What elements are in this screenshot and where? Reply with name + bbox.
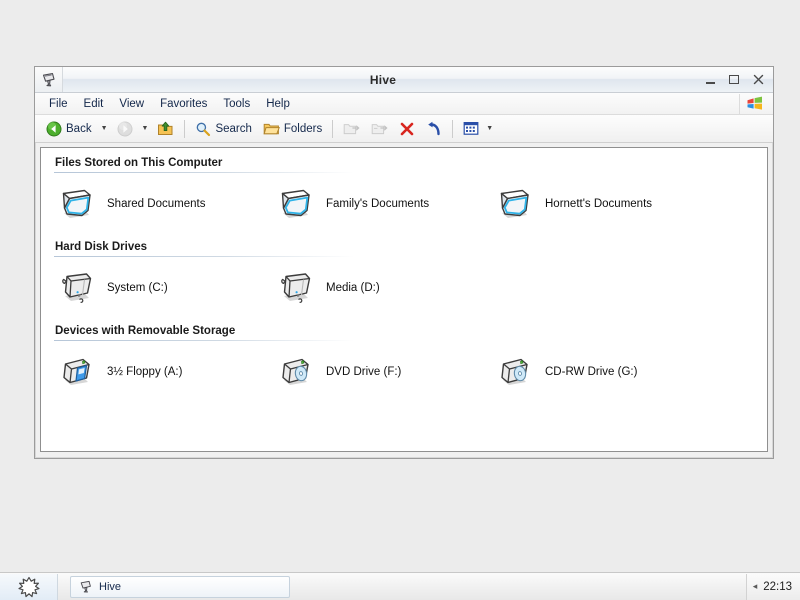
- minimize-button[interactable]: [699, 71, 721, 89]
- window-icon-button[interactable]: [35, 67, 63, 92]
- tray-expand-arrow-icon[interactable]: ◂: [753, 581, 758, 592]
- minimize-icon: [705, 81, 715, 84]
- user-documents-folder-icon: [493, 182, 537, 226]
- list-item-label: CD-RW Drive (G:): [545, 366, 638, 378]
- toolbar: Back ▼ ▼ Search Folders ▼: [35, 115, 773, 143]
- close-icon: [753, 74, 763, 85]
- start-starburst-icon: [17, 576, 40, 597]
- list-item[interactable]: Media (D:): [274, 266, 493, 310]
- folders-button-label: Folders: [283, 122, 323, 135]
- group-items: Shared Documents Family's Documents Horn…: [41, 173, 767, 232]
- start-button[interactable]: [0, 573, 58, 600]
- menu-item-tools[interactable]: Tools: [215, 96, 258, 112]
- back-arrow-icon: [46, 121, 62, 136]
- delete-button[interactable]: [394, 118, 420, 140]
- taskbar-item-hive[interactable]: Hive: [70, 575, 290, 598]
- windows-flag-icon[interactable]: [739, 94, 769, 114]
- list-item-label: Hornett's Documents: [545, 198, 653, 210]
- list-item[interactable]: 3½ Floppy (A:): [55, 350, 274, 394]
- move-to-folder-icon: [343, 123, 360, 134]
- forward-arrow-icon: [117, 121, 133, 136]
- list-item[interactable]: CD-RW Drive (G:): [493, 350, 712, 394]
- copy-to-button[interactable]: [366, 118, 393, 140]
- search-button-label: Search: [215, 122, 252, 135]
- list-item-label: System (C:): [107, 282, 168, 294]
- forward-button[interactable]: [112, 118, 138, 140]
- group-files-stored: Files Stored on This Computer Shared Doc…: [41, 148, 767, 232]
- magnifier-icon: [197, 122, 211, 136]
- computer-icon: [80, 580, 91, 593]
- group-removable-storage: Devices with Removable Storage 3½ Floppy…: [41, 316, 767, 400]
- list-item[interactable]: Shared Documents: [55, 182, 274, 226]
- views-dropdown-caret[interactable]: ▼: [483, 125, 496, 132]
- undo-button[interactable]: [421, 118, 447, 140]
- hard-drive-icon: [274, 266, 318, 310]
- folder-icon: [263, 123, 280, 134]
- menu-item-view[interactable]: View: [111, 96, 152, 112]
- views-icon: [463, 122, 479, 135]
- menu-item-help[interactable]: Help: [258, 96, 298, 112]
- hard-drive-icon: [55, 266, 99, 310]
- views-button[interactable]: ▼: [458, 118, 501, 140]
- taskbar-item-label: Hive: [99, 580, 122, 593]
- group-header: Hard Disk Drives: [55, 241, 148, 253]
- toolbar-separator-2: [332, 119, 334, 138]
- list-item-label: 3½ Floppy (A:): [107, 366, 183, 378]
- search-button[interactable]: Search: [190, 118, 256, 140]
- optical-drive-icon: [274, 350, 318, 394]
- windows-flag-glyph: [747, 96, 762, 110]
- close-button[interactable]: [747, 71, 769, 89]
- group-header: Files Stored on This Computer: [55, 157, 223, 169]
- group-hard-disk-drives: Hard Disk Drives System (C:) Media (D:): [41, 232, 767, 316]
- menu-item-edit[interactable]: Edit: [76, 96, 112, 112]
- toolbar-separator: [184, 119, 186, 138]
- delete-x-icon: [400, 122, 414, 135]
- list-item-label: Shared Documents: [107, 198, 206, 210]
- undo-arrow-icon: [428, 121, 440, 135]
- task-button-list: Hive: [58, 575, 290, 598]
- back-button-label: Back: [66, 122, 92, 135]
- window-controls: [699, 67, 769, 92]
- folders-button[interactable]: Folders: [258, 118, 327, 140]
- list-item[interactable]: Hornett's Documents: [493, 182, 712, 226]
- system-tray: ◂ 22:13: [745, 573, 800, 600]
- group-items: System (C:) Media (D:): [41, 257, 767, 316]
- clock[interactable]: 22:13: [763, 581, 792, 593]
- user-documents-folder-icon: [274, 182, 318, 226]
- menu-item-favorites[interactable]: Favorites: [152, 96, 215, 112]
- maximize-button[interactable]: [723, 71, 745, 89]
- optical-drive-icon: [493, 350, 537, 394]
- move-to-button[interactable]: [338, 118, 365, 140]
- back-dropdown-caret[interactable]: ▼: [98, 125, 111, 132]
- list-item[interactable]: DVD Drive (F:): [274, 350, 493, 394]
- group-items: 3½ Floppy (A:) DVD Drive (F:) CD-RW Driv…: [41, 341, 767, 400]
- list-item-label: DVD Drive (F:): [326, 366, 402, 378]
- window-title: Hive: [369, 72, 397, 87]
- menu-item-file[interactable]: File: [41, 96, 76, 112]
- explorer-window: Hive File Edit View Favorites Tools Help: [34, 66, 774, 459]
- taskbar: Hive ◂ 22:13: [0, 572, 800, 600]
- forward-dropdown-caret[interactable]: ▼: [139, 125, 152, 132]
- list-item[interactable]: System (C:): [55, 266, 274, 310]
- content-area: Files Stored on This Computer Shared Doc…: [40, 147, 768, 452]
- copy-to-folder-icon: [371, 123, 388, 134]
- list-item[interactable]: Family's Documents: [274, 182, 493, 226]
- toolbar-separator-3: [452, 119, 454, 138]
- maximize-icon: [729, 75, 739, 84]
- menu-bar: File Edit View Favorites Tools Help: [35, 93, 773, 115]
- up-folder-icon: [158, 121, 173, 135]
- list-item-label: Media (D:): [326, 282, 380, 294]
- shared-documents-folder-icon: [55, 182, 99, 226]
- title-bar[interactable]: Hive: [35, 67, 773, 93]
- back-button[interactable]: Back: [41, 118, 97, 140]
- group-header: Devices with Removable Storage: [55, 325, 236, 337]
- up-button[interactable]: [152, 118, 179, 140]
- list-item-label: Family's Documents: [326, 198, 430, 210]
- floppy-drive-icon: [55, 350, 99, 394]
- computer-icon: [42, 72, 55, 86]
